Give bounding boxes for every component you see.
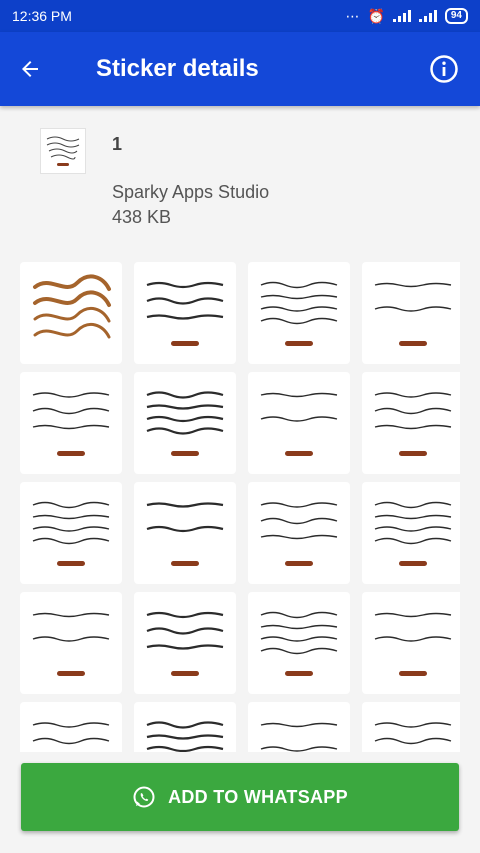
info-icon <box>430 55 458 83</box>
sticker-item[interactable] <box>134 482 236 584</box>
sticker-image <box>32 501 110 566</box>
arrow-left-icon <box>22 61 38 77</box>
sticker-image <box>260 611 338 676</box>
sticker-item[interactable] <box>134 702 236 752</box>
pack-size: 438 KB <box>112 207 172 227</box>
add-to-whatsapp-label: ADD TO WHATSAPP <box>168 786 348 807</box>
sticker-grid <box>20 262 460 752</box>
signal-icon-2 <box>418 10 437 22</box>
sticker-item[interactable] <box>20 482 122 584</box>
app-bar: Sticker details <box>0 32 480 106</box>
sticker-image <box>374 612 452 676</box>
sticker-item[interactable] <box>362 372 460 474</box>
sticker-image <box>32 612 110 676</box>
tray-icon <box>40 128 86 174</box>
back-button[interactable] <box>0 32 60 106</box>
pack-name: 1 <box>112 134 123 154</box>
sticker-item[interactable] <box>20 372 122 474</box>
sticker-item[interactable] <box>248 372 350 474</box>
sticker-image <box>374 392 452 456</box>
pack-publisher: Sparky Apps Studio <box>112 182 270 202</box>
sticker-item[interactable] <box>362 702 460 752</box>
sticker-image <box>260 502 338 566</box>
sticker-image <box>32 392 110 456</box>
sticker-image <box>146 502 224 566</box>
sticker-item[interactable] <box>248 482 350 584</box>
sticker-item[interactable] <box>362 592 460 694</box>
sticker-image <box>32 722 110 745</box>
sticker-item[interactable] <box>134 262 236 364</box>
info-button[interactable] <box>422 47 466 91</box>
sticker-item[interactable] <box>20 262 122 364</box>
sticker-item[interactable] <box>20 592 122 694</box>
more-dots-icon: ⋯ <box>345 7 360 24</box>
signal-icon <box>392 10 411 22</box>
pack-header <box>0 106 480 246</box>
sticker-image <box>260 722 338 752</box>
battery-icon: 94 <box>444 8 468 24</box>
sticker-item[interactable] <box>248 592 350 694</box>
status-bar: 12:36 PM ⋯ ⏰ 94 <box>0 0 480 32</box>
sticker-image <box>146 391 224 456</box>
alarm-off-icon: ⏰ <box>367 7 385 24</box>
add-to-whatsapp-button[interactable]: ADD TO WHATSAPP <box>21 763 459 831</box>
sticker-image <box>374 501 452 566</box>
sticker-item[interactable] <box>362 262 460 364</box>
sticker-image <box>374 282 452 346</box>
page-title: Sticker details <box>96 55 259 82</box>
sticker-item[interactable] <box>20 702 122 752</box>
sticker-image <box>374 722 452 745</box>
sticker-image <box>260 392 338 456</box>
status-time: 12:36 PM <box>12 8 72 24</box>
sticker-item[interactable] <box>362 482 460 584</box>
whatsapp-icon <box>133 786 155 808</box>
sticker-item[interactable] <box>134 372 236 474</box>
sticker-image <box>146 611 224 676</box>
sticker-item[interactable] <box>134 592 236 694</box>
sticker-item[interactable] <box>248 702 350 752</box>
status-icons: ⋯ ⏰ 94 <box>345 8 468 25</box>
sticker-image <box>146 281 224 346</box>
sticker-image <box>33 274 111 339</box>
sticker-image <box>260 281 338 346</box>
sticker-image <box>146 721 224 752</box>
sticker-item[interactable] <box>248 262 350 364</box>
